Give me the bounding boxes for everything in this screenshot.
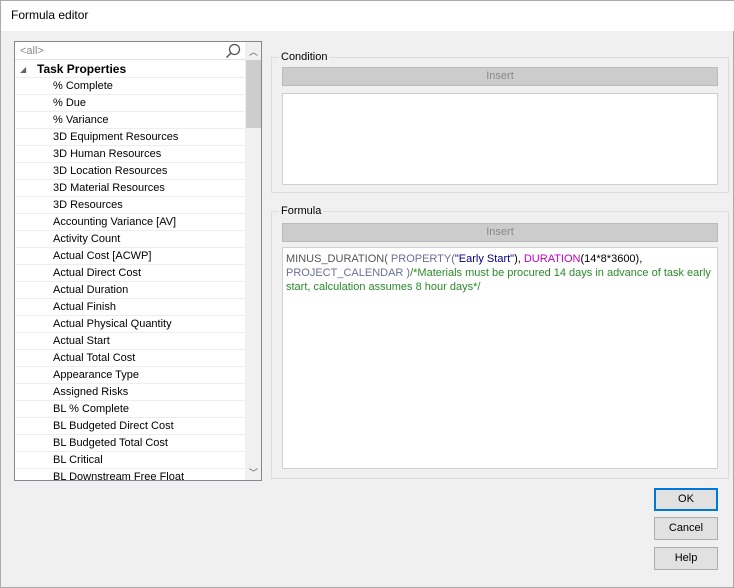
scroll-up-icon[interactable]: ︿ bbox=[245, 45, 261, 58]
cancel-button[interactable]: Cancel bbox=[654, 517, 718, 540]
list-item[interactable]: Actual Duration bbox=[15, 282, 245, 299]
scrollbar-thumb[interactable] bbox=[246, 60, 261, 128]
list-item[interactable]: BL Budgeted Total Cost bbox=[15, 435, 245, 452]
list-item-label: BL Budgeted Total Cost bbox=[53, 437, 168, 449]
list-item[interactable]: 3D Location Resources bbox=[15, 163, 245, 180]
list-item[interactable]: Actual Finish bbox=[15, 299, 245, 316]
list-item-label: Accounting Variance [AV] bbox=[53, 216, 177, 228]
list-item-label: Actual Physical Quantity bbox=[53, 318, 172, 330]
list-item-label: BL % Complete bbox=[53, 403, 130, 415]
formula-insert-button[interactable]: Insert bbox=[282, 223, 718, 242]
list-item[interactable]: % Variance bbox=[15, 112, 245, 129]
list-item-label: Activity Count bbox=[53, 233, 121, 245]
list-item[interactable]: 3D Resources bbox=[15, 197, 245, 214]
list-item[interactable]: 3D Material Resources bbox=[15, 180, 245, 197]
condition-textarea[interactable] bbox=[282, 93, 718, 185]
list-item[interactable]: BL % Complete bbox=[15, 401, 245, 418]
list-item[interactable]: % Due bbox=[15, 95, 245, 112]
formula-label: Formula bbox=[279, 205, 324, 217]
list-item-label: % Variance bbox=[53, 114, 109, 126]
list-item[interactable]: Activity Count bbox=[15, 231, 245, 248]
list-item-label: Actual Total Cost bbox=[53, 352, 136, 364]
list-item-label: 3D Human Resources bbox=[53, 148, 162, 160]
list-item-label: BL Budgeted Direct Cost bbox=[53, 420, 174, 432]
list-item[interactable]: Actual Start bbox=[15, 333, 245, 350]
list-item[interactable]: Actual Cost [ACWP] bbox=[15, 248, 245, 265]
list-item[interactable]: Accounting Variance [AV] bbox=[15, 214, 245, 231]
list-item-label: Appearance Type bbox=[53, 369, 140, 381]
search-icon[interactable] bbox=[225, 43, 241, 59]
list-item[interactable]: 3D Equipment Resources bbox=[15, 129, 245, 146]
formula-textarea[interactable]: MINUS_DURATION( PROPERTY("Early Start"),… bbox=[282, 247, 718, 469]
list-item-label: 3D Equipment Resources bbox=[53, 131, 179, 143]
condition-insert-button[interactable]: Insert bbox=[282, 67, 718, 86]
scroll-down-icon[interactable]: ﹀ bbox=[245, 466, 261, 479]
list-item[interactable]: Actual Direct Cost bbox=[15, 265, 245, 282]
list-item-label: BL Critical bbox=[53, 454, 103, 466]
property-list[interactable]: <all> ◢ Task Properties % Complete % Due % … bbox=[14, 41, 262, 481]
list-item-label: 3D Location Resources bbox=[53, 165, 168, 177]
list-item-label: Actual Cost [ACWP] bbox=[53, 250, 152, 262]
list-item-label: Actual Duration bbox=[53, 284, 129, 296]
search-placeholder: <all> bbox=[20, 45, 44, 57]
list-item[interactable]: Actual Total Cost bbox=[15, 350, 245, 367]
list-item[interactable]: BL Budgeted Direct Cost bbox=[15, 418, 245, 435]
search-field[interactable]: <all> bbox=[15, 42, 245, 60]
list-item[interactable]: Appearance Type bbox=[15, 367, 245, 384]
list-item[interactable]: 3D Human Resources bbox=[15, 146, 245, 163]
list-item-label: Actual Finish bbox=[53, 301, 116, 313]
list-item[interactable]: BL Critical bbox=[15, 452, 245, 469]
list-item-label: 3D Resources bbox=[53, 199, 123, 211]
title-bar bbox=[1, 1, 734, 31]
list-item-label: Assigned Risks bbox=[53, 386, 129, 398]
condition-label: Condition bbox=[279, 51, 330, 63]
list-item[interactable]: BL Downstream Free Float bbox=[15, 469, 245, 481]
collapse-triangle-icon[interactable]: ◢ bbox=[20, 65, 26, 74]
tree-group-task-properties[interactable]: ◢ Task Properties bbox=[15, 61, 245, 78]
ok-button[interactable]: OK bbox=[654, 488, 718, 511]
window-title: Formula editor bbox=[11, 8, 89, 22]
list-item-label: Actual Direct Cost bbox=[53, 267, 142, 279]
list-item-label: % Due bbox=[53, 97, 87, 109]
list-item-label: BL Downstream Free Float bbox=[53, 471, 185, 481]
list-item[interactable]: % Complete bbox=[15, 78, 245, 95]
list-item-label: % Complete bbox=[53, 80, 113, 92]
list-item[interactable]: Assigned Risks bbox=[15, 384, 245, 401]
list-item[interactable]: Actual Physical Quantity bbox=[15, 316, 245, 333]
list-item-label: Actual Start bbox=[53, 335, 110, 347]
help-button[interactable]: Help bbox=[654, 547, 718, 570]
list-item-label: 3D Material Resources bbox=[53, 182, 165, 194]
